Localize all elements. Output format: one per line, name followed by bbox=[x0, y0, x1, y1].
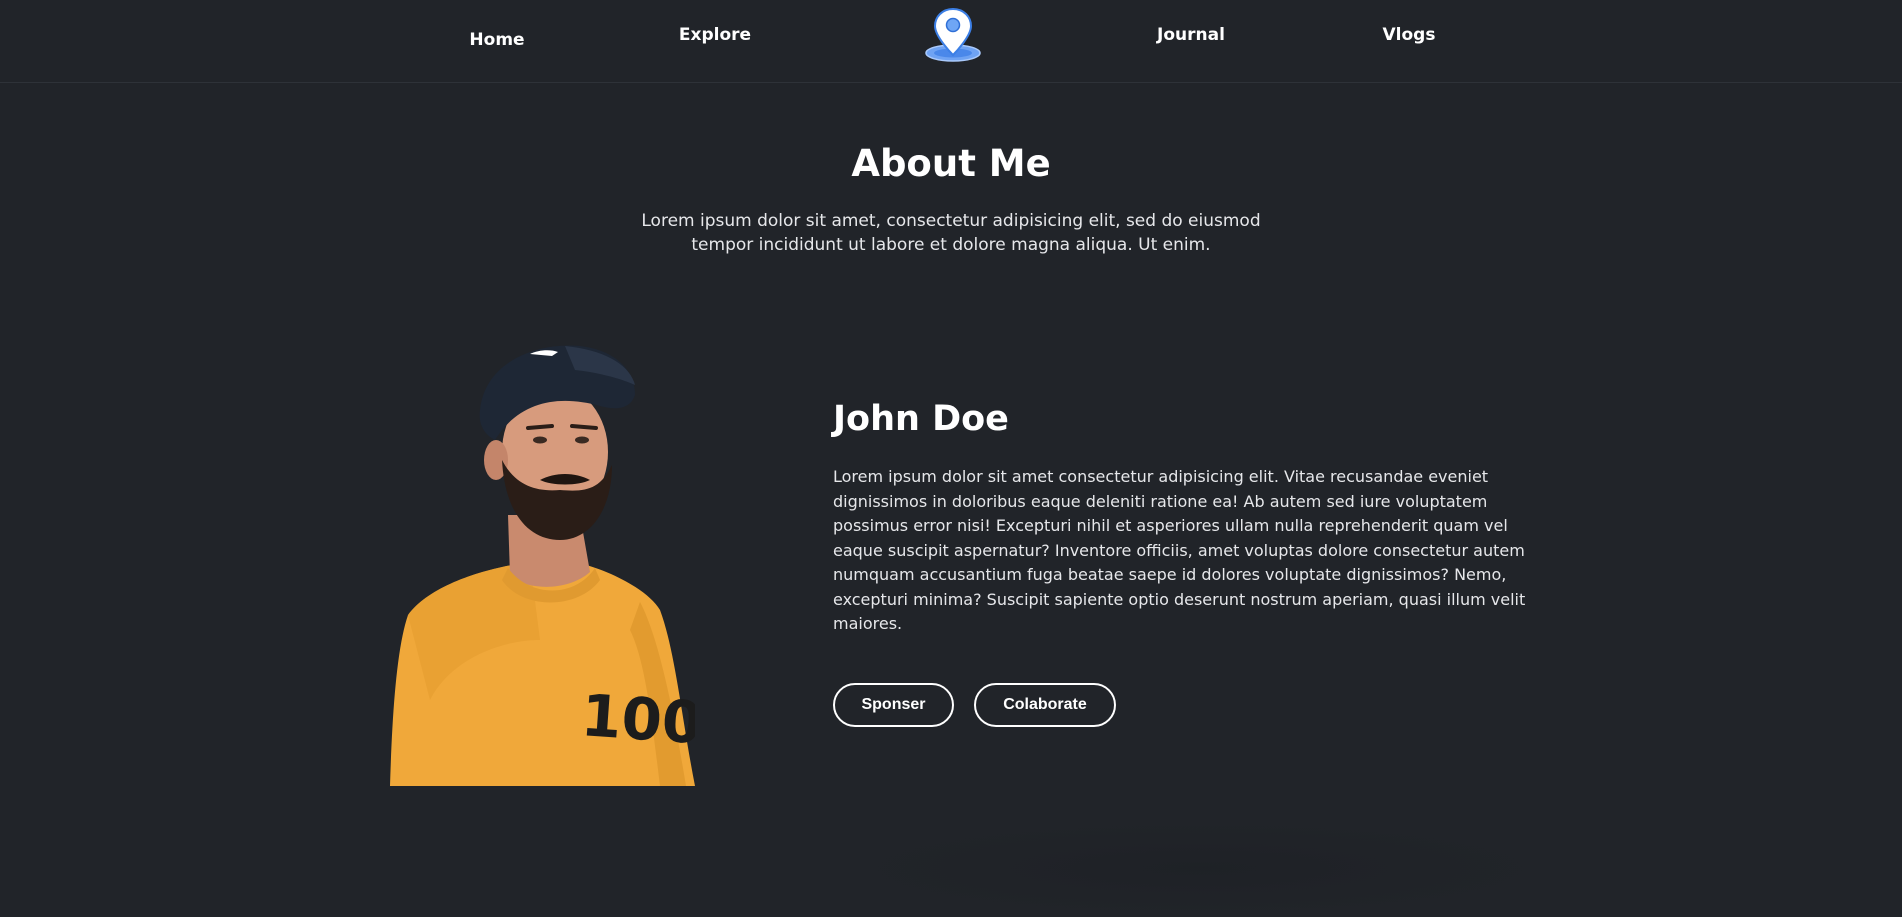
map-pin-icon[interactable] bbox=[922, 4, 984, 62]
bottom-shadow-decoration bbox=[840, 820, 1560, 917]
nav-home-link[interactable]: Home bbox=[469, 30, 524, 50]
profile-bio: Lorem ipsum dolor sit amet consectetur a… bbox=[833, 467, 1526, 633]
about-title: About Me bbox=[851, 142, 1051, 185]
collaborate-button[interactable]: Colaborate bbox=[974, 683, 1116, 727]
profile-photo: 100 bbox=[390, 340, 695, 786]
nav-journal-link[interactable]: Journal bbox=[1157, 25, 1225, 45]
nav-explore-link[interactable]: Explore bbox=[679, 25, 751, 45]
about-lead-text: Lorem ipsum dolor sit amet, consectetur … bbox=[641, 211, 1261, 255]
sponsor-button[interactable]: Sponser bbox=[833, 683, 954, 727]
nav-vlogs-link[interactable]: Vlogs bbox=[1383, 25, 1436, 45]
profile-name: John Doe bbox=[833, 399, 1009, 439]
top-navbar: Home Explore Journal Vlogs bbox=[0, 0, 1902, 83]
shirt-print: 100 bbox=[579, 681, 695, 757]
